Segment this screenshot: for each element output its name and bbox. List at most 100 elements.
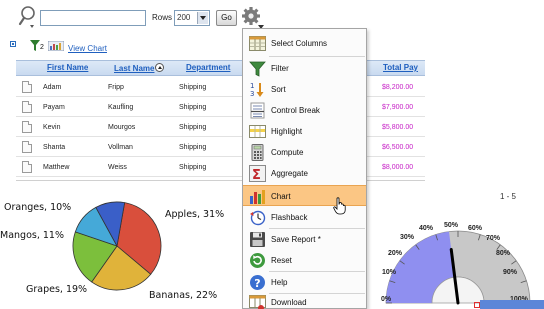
help-icon: ? (250, 275, 265, 290)
menu-item-label: Save Report * (271, 235, 321, 244)
menu-item-label: Compute (271, 148, 304, 157)
svg-text:?: ? (254, 277, 260, 290)
menu-item-control-break[interactable]: Control Break (243, 100, 366, 121)
cell-total-pay: $8,000.00 (382, 164, 414, 171)
gauge-tick-label: 20% (388, 250, 403, 257)
menu-item-label: Chart (271, 192, 291, 201)
menu-item-save-report[interactable]: Save Report * (243, 229, 366, 250)
document-icon[interactable] (22, 161, 32, 173)
sort-icon: 1 3 (250, 82, 264, 98)
floppy-disk-icon (250, 232, 265, 247)
menu-item-flashback[interactable]: Flashback (243, 207, 366, 228)
document-icon[interactable] (22, 121, 32, 133)
chart-icon[interactable] (48, 41, 64, 51)
expand-icon[interactable] (10, 41, 16, 47)
cell-last-name: Fripp (108, 84, 124, 91)
menu-item-label: Filter (271, 64, 289, 73)
calculator-icon (251, 144, 264, 161)
menu-item-label: Select Columns (271, 39, 328, 48)
menu-item-aggregate[interactable]: Σ Aggregate (243, 163, 366, 184)
cell-department: Shipping (179, 124, 207, 131)
menu-separator (269, 56, 365, 57)
menu-item-chart[interactable]: Chart (243, 185, 366, 206)
cell-last-name: Kaufling (108, 104, 134, 111)
hand-cursor-icon (333, 197, 346, 215)
menu-item-label: Highlight (271, 127, 303, 136)
column-header-department[interactable]: Department (186, 63, 230, 72)
pie-chart: Oranges, 10% Mangos, 11% Apples, 31% Gra… (0, 196, 240, 309)
bar-chart-icon (250, 190, 265, 204)
menu-item-label: Download (271, 298, 307, 307)
gauge-chart: 0% 10% 20% 30% 40% 50% 60% 70% 80% 90% 1… (372, 216, 544, 309)
document-icon[interactable] (22, 81, 32, 93)
control-break-icon (250, 102, 265, 119)
view-chart-link[interactable]: View Chart (68, 44, 107, 53)
cell-total-pay: $6,500.00 (382, 144, 414, 151)
filter-icon[interactable] (30, 40, 40, 51)
document-icon[interactable] (22, 141, 32, 153)
cell-first-name: Kevin (43, 124, 61, 131)
menu-item-label: Control Break (271, 106, 320, 115)
pie-label-bananas: Bananas, 22% (149, 290, 218, 301)
clock-icon (250, 210, 266, 226)
pie-label-grapes: Grapes, 19% (26, 284, 88, 295)
cell-department: Shipping (179, 84, 207, 91)
menu-item-label: Flashback (271, 213, 308, 222)
menu-item-download[interactable]: Download (243, 292, 366, 309)
menu-item-select-columns[interactable]: Select Columns (243, 33, 366, 54)
column-header-last-name-label: Last Name (114, 64, 155, 73)
gauge-tick-label: 70% (486, 235, 501, 242)
pagination-range: 1 - 5 (500, 192, 517, 201)
cell-department: Shipping (179, 104, 207, 111)
menu-item-highlight[interactable]: Highlight (243, 121, 366, 142)
chevron-down-icon[interactable] (197, 12, 208, 24)
menu-item-sort[interactable]: 1 3 Sort (243, 79, 366, 100)
menu-item-reset[interactable]: Reset (243, 250, 366, 271)
filter-count: 2 (40, 44, 44, 51)
svg-text:1: 1 (250, 82, 254, 90)
menu-item-compute[interactable]: Compute (243, 142, 366, 163)
svg-text:Σ: Σ (252, 168, 261, 182)
gauge-tick-label: 60% (468, 225, 483, 232)
pie-label-apples: Apples, 31% (165, 209, 225, 220)
menu-item-label: Reset (271, 256, 292, 265)
menu-item-help[interactable]: ? Help (243, 272, 366, 293)
gauge-tooltip-tab[interactable] (474, 300, 544, 309)
cell-last-name: Weiss (108, 164, 127, 171)
gauge-tick-label: 80% (496, 250, 511, 257)
highlight-icon (249, 125, 266, 138)
cell-last-name: Vollman (108, 144, 133, 151)
cell-total-pay: $7,900.00 (382, 104, 414, 111)
menu-item-filter[interactable]: Filter (243, 58, 366, 79)
search-input[interactable] (40, 10, 146, 26)
cell-total-pay: $5,800.00 (382, 124, 414, 131)
document-icon[interactable] (22, 101, 32, 113)
pie-label-mangos: Mangos, 11% (0, 230, 64, 241)
cell-first-name: Matthew (43, 164, 70, 171)
search-icon[interactable] (18, 4, 40, 30)
gauge-tick-label: 90% (503, 269, 518, 276)
gauge-tick-label: 0% (381, 296, 392, 303)
filter-icon (249, 61, 266, 77)
menu-item-label: Aggregate (271, 169, 308, 178)
column-header-last-name[interactable]: Last Name (114, 63, 165, 73)
actions-menu: Select Columns Filter 1 3 Sort Control B… (242, 28, 367, 309)
cell-first-name: Shanta (43, 144, 66, 151)
cell-first-name: Adam (43, 84, 62, 91)
cell-department: Shipping (179, 144, 207, 151)
menu-item-label: Sort (271, 85, 286, 94)
menu-item-label: Help (271, 278, 288, 287)
gauge-tick-label: 40% (419, 225, 434, 232)
go-button[interactable]: Go (216, 10, 237, 26)
sort-ascending-icon (155, 63, 165, 72)
cell-total-pay: $8,200.00 (382, 84, 414, 91)
cell-last-name: Mourgos (108, 124, 136, 131)
gauge-tick-label: 30% (400, 234, 415, 241)
column-header-total-pay[interactable]: Total Pay (383, 63, 418, 72)
rows-select-value: 200 (177, 13, 191, 22)
gear-icon[interactable] (241, 6, 265, 30)
sum-icon: Σ (249, 165, 266, 182)
column-header-first-name[interactable]: First Name (47, 63, 88, 72)
cell-first-name: Payam (43, 104, 65, 111)
rows-per-page-select[interactable]: 200 (174, 10, 210, 26)
